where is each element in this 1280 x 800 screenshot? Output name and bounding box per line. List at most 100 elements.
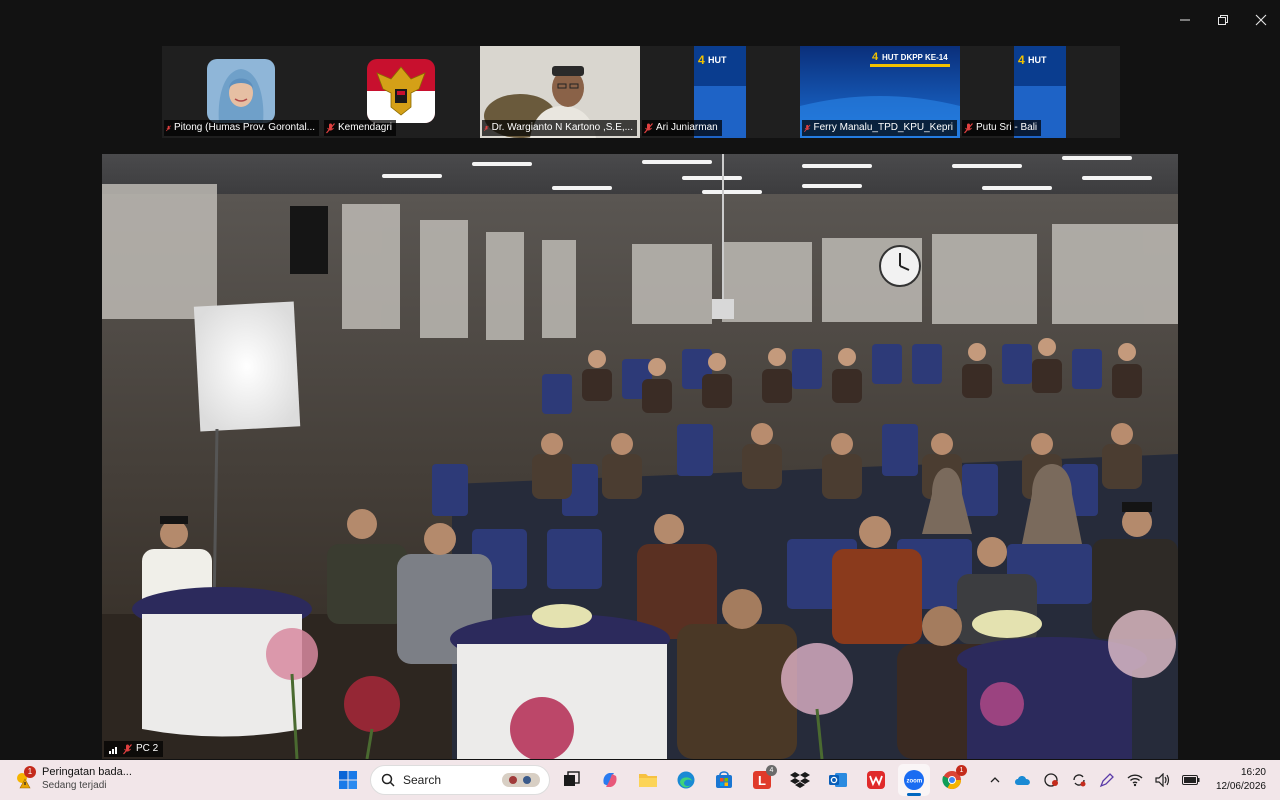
sync-button[interactable] — [1068, 769, 1090, 791]
participant-tile[interactable]: Dr. Wargianto N Kartono ,S.E,... — [480, 46, 640, 138]
task-view-button[interactable] — [556, 764, 588, 796]
outlook-icon — [829, 773, 847, 787]
mic-muted-icon — [484, 125, 489, 131]
minimize-icon — [1180, 19, 1190, 21]
chrome-button[interactable]: 1 — [936, 764, 968, 796]
wps-icon — [867, 771, 885, 789]
participant-name: Ferry Manalu_TPD_KPU_Kepri — [802, 120, 957, 136]
participant-strip: Pitong (Humas Prov. Gorontal... Kemendag… — [162, 46, 1120, 138]
participant-tile[interactable]: Kemendagri — [322, 46, 482, 138]
weather-alert-widget[interactable]: 1 Peringatan bada... Sedang terjadi — [14, 765, 132, 791]
svg-text:4: 4 — [1018, 53, 1025, 67]
participant-name: Ari Juniarman — [642, 120, 722, 136]
participant-name-text: Ari Juniarman — [656, 122, 718, 133]
minimize-button[interactable] — [1166, 0, 1204, 40]
taskbar: 1 Peringatan bada... Sedang terjadi Sear… — [0, 760, 1280, 800]
participant-name-text: Pitong (Humas Prov. Gorontal... — [174, 122, 315, 133]
notification-badge: 1 — [24, 765, 36, 778]
participant-avatar — [207, 59, 275, 123]
weather-warning-icon: 1 — [14, 765, 36, 790]
shield-alert-icon — [1044, 773, 1058, 787]
battery-icon — [1181, 775, 1200, 785]
svg-text:zoom: zoom — [907, 779, 923, 785]
file-explorer-button[interactable] — [632, 764, 664, 796]
zoom-icon: zoom — [904, 770, 924, 790]
svg-text:L: L — [758, 773, 766, 788]
wifi-button[interactable] — [1124, 769, 1146, 791]
mic-muted-icon — [644, 122, 653, 133]
pen-button[interactable] — [1096, 769, 1118, 791]
stage-label-text: PC 2 — [136, 743, 159, 754]
speaker-icon — [1155, 773, 1170, 787]
participant-avatar — [367, 59, 435, 123]
store-icon — [716, 771, 732, 788]
participant-tile[interactable]: 4 HUT Putu Sri - Bali — [960, 46, 1120, 138]
notification-title: Peringatan bada... — [42, 766, 132, 778]
main-video-stage[interactable]: PC 2 — [102, 154, 1178, 759]
participant-tile[interactable]: 4 HUT Ari Juniarman — [640, 46, 800, 138]
copilot-icon — [603, 773, 617, 787]
volume-button[interactable] — [1152, 769, 1174, 791]
task-view-icon — [564, 771, 580, 786]
pen-icon — [1099, 773, 1114, 788]
office-letter-button[interactable]: L 4 — [746, 764, 778, 796]
cloud-icon — [1014, 776, 1030, 785]
active-indicator — [907, 793, 921, 796]
onedrive-button[interactable] — [1012, 769, 1034, 791]
microsoft-store-button[interactable] — [708, 764, 740, 796]
app-badge: 1 — [956, 765, 967, 776]
mic-muted-icon — [964, 122, 973, 133]
search-placeholder: Search — [403, 773, 442, 787]
participant-name: Putu Sri - Bali — [962, 120, 1042, 136]
participant-name-text: Dr. Wargianto N Kartono ,S.E,... — [491, 122, 633, 133]
wps-button[interactable] — [860, 764, 892, 796]
clock-date: 12/06/2026 — [1215, 781, 1266, 792]
taskbar-apps: Search L 4 zoom 1 — [332, 764, 968, 796]
mic-muted-icon — [804, 124, 811, 132]
windows-icon — [339, 771, 357, 789]
auditorium-scene — [102, 154, 1178, 759]
system-tray: 16:20 12/06/2026 — [984, 764, 1280, 796]
svg-text:HUT: HUT — [1028, 55, 1047, 65]
dropbox-button[interactable] — [784, 764, 816, 796]
sync-icon — [1073, 774, 1086, 787]
app-badge: 4 — [766, 765, 777, 776]
participant-name: Pitong (Humas Prov. Gorontal... — [164, 120, 319, 136]
mic-muted-icon — [166, 124, 171, 131]
start-button[interactable] — [332, 764, 364, 796]
participant-tile[interactable]: 4 HUT DKPP KE-14 Ferry Manalu_TPD_KPU_Ke… — [800, 46, 960, 138]
close-button[interactable] — [1242, 0, 1280, 40]
show-hidden-icons-button[interactable] — [984, 769, 1006, 791]
outlook-button[interactable] — [822, 764, 854, 796]
participant-name-text: Putu Sri - Bali — [976, 122, 1038, 133]
taskbar-search[interactable]: Search — [370, 765, 550, 795]
mic-muted-icon — [123, 743, 132, 754]
participant-name: Kemendagri — [324, 120, 396, 136]
participant-tile[interactable]: Pitong (Humas Prov. Gorontal... — [162, 46, 322, 138]
clock[interactable]: 16:20 12/06/2026 — [1216, 766, 1266, 794]
wifi-icon — [1127, 774, 1143, 787]
edge-button[interactable] — [670, 764, 702, 796]
svg-text:4: 4 — [698, 53, 705, 67]
clock-time: 16:20 — [1240, 767, 1266, 778]
svg-text:4: 4 — [872, 51, 879, 63]
dropbox-icon — [790, 772, 810, 788]
svg-text:HUT DKPP KE-14: HUT DKPP KE-14 — [882, 53, 948, 62]
search-highlight-icon — [502, 773, 540, 787]
copilot-button[interactable] — [594, 764, 626, 796]
participant-name-text: Ferry Manalu_TPD_KPU_Kepri — [813, 122, 954, 133]
zoom-button[interactable]: zoom — [898, 764, 930, 796]
folder-icon — [639, 774, 657, 787]
battery-button[interactable] — [1180, 769, 1202, 791]
restore-button[interactable] — [1204, 0, 1242, 40]
stage-participant-label: PC 2 — [104, 741, 164, 757]
restore-icon — [1218, 15, 1228, 25]
participant-name-text: Kemendagri — [338, 122, 392, 133]
notification-subtitle: Sedang terjadi — [42, 780, 107, 791]
signal-icon — [109, 746, 117, 754]
search-icon — [381, 773, 395, 787]
edge-icon — [677, 771, 695, 789]
security-button[interactable] — [1040, 769, 1062, 791]
close-icon — [1255, 14, 1267, 26]
svg-text:HUT: HUT — [708, 55, 727, 65]
